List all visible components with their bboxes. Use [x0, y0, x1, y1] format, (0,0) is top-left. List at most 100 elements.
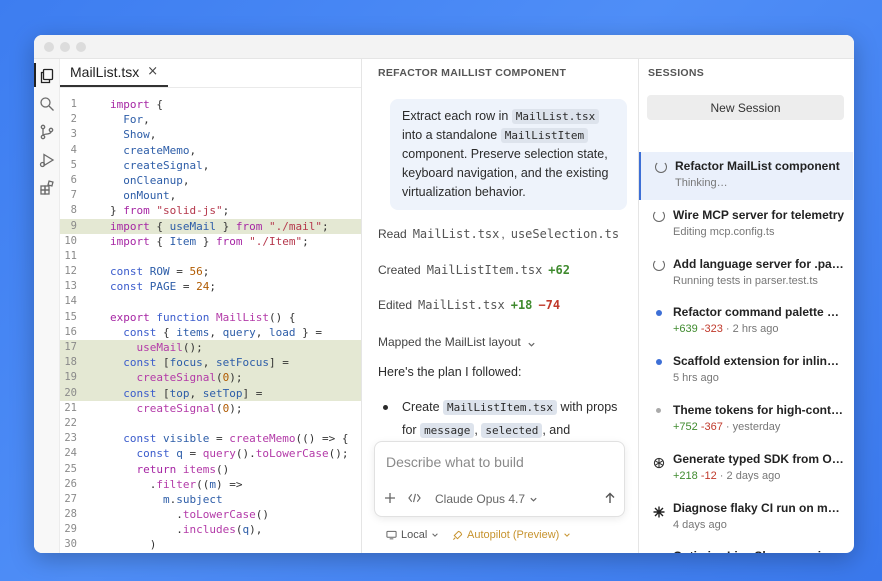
code-line[interactable]: 14	[60, 294, 361, 309]
agent-mode-button[interactable]	[408, 492, 421, 504]
code-line[interactable]: 4 createMemo,	[60, 143, 361, 158]
file-ref[interactable]: MailList.tsx	[418, 298, 505, 312]
editor-tab-maillist[interactable]: MailList.tsx ×	[60, 59, 169, 87]
editor-tab-bar: MailList.tsx ×	[60, 59, 361, 88]
search-icon[interactable]	[39, 96, 55, 112]
step-label: Created	[378, 263, 421, 277]
window-close-dot[interactable]	[44, 41, 54, 52]
file-ref[interactable]: useSelection.ts	[511, 227, 619, 241]
lines-removed: −74	[538, 298, 561, 312]
code-area[interactable]: 1 import {2 For, 3 Show, 4 createMemo, 5 cre…	[60, 97, 361, 553]
code-text: useMail();	[136, 341, 203, 354]
code-text: const q = query().toLowerCase();	[136, 447, 349, 461]
code-line[interactable]: 12 const ROW = 56;	[60, 264, 361, 279]
code-text: const PAGE = 24;	[110, 280, 216, 294]
code-text: .toLowerCase()	[110, 508, 269, 522]
chevron-down-icon	[564, 533, 571, 537]
code-line[interactable]: 22	[60, 416, 361, 431]
bullet-marker	[383, 405, 388, 410]
code-line[interactable]: 27 m.subject	[60, 492, 361, 507]
code-line[interactable]: 21 createSignal(0);	[60, 401, 361, 416]
session-meta: Running tests in parser.test.ts	[673, 274, 818, 287]
source-control-icon[interactable]	[39, 124, 55, 140]
code-line[interactable]: 23 const visible = createMemo(() => {	[60, 431, 361, 446]
explorer-icon[interactable]	[39, 68, 55, 84]
chat-input[interactable]	[386, 454, 611, 470]
session-item[interactable]: Scaffold extension for inline chat 5 hrs …	[639, 347, 853, 395]
session-meta: · 2 days ago	[716, 469, 781, 482]
code-text: onCleanup,	[123, 173, 190, 187]
code-line[interactable]: 20 const [top, setTop] =	[60, 385, 361, 401]
window-maximize-dot[interactable]	[76, 41, 86, 52]
session-title: Refactor MailList component	[675, 159, 840, 173]
line-number: 30	[64, 538, 77, 551]
file-ref[interactable]: MailList.tsx	[413, 227, 500, 241]
code-line[interactable]: 2 For,	[60, 112, 361, 127]
code-text: import { Item } from "./Item";	[110, 234, 309, 248]
code-line[interactable]: 16 const { items, query, load } =	[60, 325, 361, 340]
code-line[interactable]: 25 return items()	[60, 462, 361, 477]
file-ref[interactable]: MailListItem.tsx	[427, 263, 543, 277]
code-line[interactable]: 8} from "solid-js";	[60, 203, 361, 218]
line-number: 23	[64, 432, 77, 445]
lines-added: +62	[548, 263, 570, 277]
session-title: Generate typed SDK from OpenAPI	[673, 451, 845, 466]
session-item[interactable]: Theme tokens for high-contrast +752 -367 …	[639, 396, 853, 444]
code-line[interactable]: 28 .toLowerCase()	[60, 507, 361, 522]
mapped-disclosure[interactable]: Mapped the MailList layout	[378, 335, 536, 349]
code-line[interactable]: 5 createSignal,	[60, 158, 361, 173]
code-line[interactable]: 6 onCleanup,	[60, 173, 361, 188]
line-number: 26	[64, 477, 77, 490]
add-attachment-button[interactable]	[384, 492, 396, 504]
code-line[interactable]: 26 .filter((m) =>	[60, 477, 361, 492]
line-number: 3	[70, 128, 77, 141]
sessions-title: SESSIONS	[648, 67, 705, 79]
line-number: 25	[64, 462, 77, 475]
code-line[interactable]: 19 createSignal(0);	[60, 370, 361, 386]
line-number: 16	[64, 325, 77, 338]
location-picker[interactable]: Local	[386, 529, 439, 541]
sessions-panel: SESSIONS New Session Refactor MailList c…	[639, 59, 854, 553]
model-picker[interactable]: Claude Opus 4.7	[435, 492, 538, 506]
code-line[interactable]: 18 const [focus, setFocus] =	[60, 355, 361, 371]
title-bar	[34, 35, 854, 59]
send-button[interactable]	[604, 492, 616, 504]
code-line[interactable]: 29 .includes(q),	[60, 522, 361, 537]
session-item[interactable]: Optimize Live Share session+52 -1 · 3 da…	[639, 542, 853, 553]
line-number: 2	[70, 113, 77, 126]
progress-spinner-icon	[655, 161, 667, 173]
code-line[interactable]: 30 )	[60, 537, 361, 552]
close-icon[interactable]: ×	[147, 64, 158, 79]
session-item[interactable]: Refactor command palette search +639 -323…	[639, 298, 853, 346]
new-session-button[interactable]: New Session	[647, 95, 844, 120]
code-line[interactable]: 3 Show,	[60, 127, 361, 142]
lines-removed: -12	[700, 469, 717, 482]
session-item[interactable]: Generate typed SDK from OpenAPI +218 -12 …	[639, 445, 853, 493]
session-item[interactable]: Diagnose flaky CI run on main 4 days ago	[639, 494, 853, 542]
code-line[interactable]: 11	[60, 249, 361, 264]
session-item[interactable]: Refactor MailList component Thinking…	[639, 152, 853, 200]
code-line[interactable]: 1 import {	[60, 97, 361, 112]
line-number: 27	[64, 492, 77, 505]
inline-code: MailListItem.tsx	[443, 400, 557, 415]
code-line[interactable]: 15 export function MailList() {	[60, 310, 361, 325]
code-editor: MailList.tsx × 1 import {2 For, 3 Show, 4 c…	[60, 59, 362, 553]
line-number: 9	[70, 219, 77, 232]
code-line[interactable]: 9 import { useMail } from "./mail";	[60, 218, 361, 234]
activity-bar	[34, 59, 60, 553]
session-title: Wire MCP server for telemetry	[673, 207, 845, 222]
line-number: 20	[64, 386, 77, 399]
autopilot-picker[interactable]: Autopilot (Preview)	[452, 529, 571, 541]
code-line[interactable]: 17 useMail();	[60, 340, 361, 356]
extensions-icon[interactable]	[39, 180, 55, 196]
session-item[interactable]: Wire MCP server for telemetry Editing mcp…	[639, 201, 853, 249]
session-title: Optimize Live Share session	[673, 549, 845, 553]
session-meta: Thinking…	[675, 177, 728, 189]
session-item[interactable]: Add language server for .parser Running t…	[639, 250, 853, 298]
code-line[interactable]: 10 import { Item } from "./Item";	[60, 234, 361, 249]
code-line[interactable]: 24 const q = query().toLowerCase();	[60, 446, 361, 461]
window-minimize-dot[interactable]	[60, 41, 70, 52]
code-line[interactable]: 13 const PAGE = 24;	[60, 279, 361, 294]
run-debug-icon[interactable]	[39, 152, 55, 168]
code-line[interactable]: 7 onMount,	[60, 188, 361, 203]
